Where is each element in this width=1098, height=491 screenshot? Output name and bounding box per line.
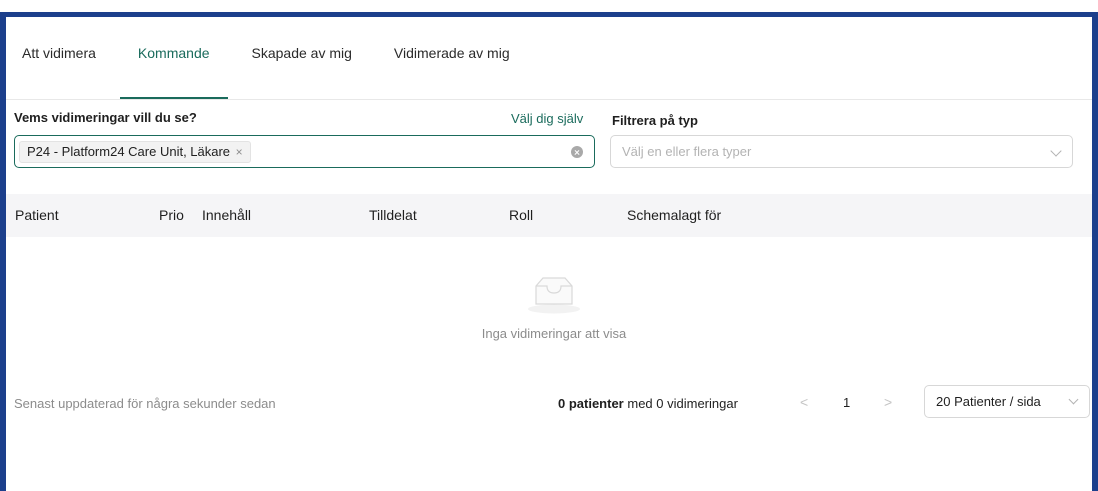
whose-label: Vems vidimeringar vill du se? bbox=[14, 110, 197, 125]
tab-vidimerade-av-mig[interactable]: Vidimerade av mig bbox=[394, 35, 510, 101]
column-prio: Prio bbox=[159, 207, 184, 223]
column-schemalagt-for: Schemalagt för bbox=[627, 207, 722, 223]
empty-inbox-icon bbox=[528, 277, 580, 314]
type-filter-label: Filtrera på typ bbox=[612, 113, 698, 128]
top-strip bbox=[0, 0, 1098, 12]
table-header: Patient Prio Innehåll Tilldelat Roll Sch… bbox=[6, 194, 1092, 237]
clear-icon[interactable] bbox=[571, 146, 583, 158]
select-self-link[interactable]: Välj dig själv bbox=[511, 111, 583, 126]
vidimeringar-count: med 0 vidimeringar bbox=[627, 396, 738, 411]
last-updated-text: Senast uppdaterad för några sekunder sed… bbox=[14, 396, 276, 411]
page-size-label: 20 Patienter / sida bbox=[936, 394, 1041, 409]
page-number[interactable]: 1 bbox=[843, 395, 850, 410]
selected-tag: P24 - Platform24 Care Unit, Läkare × bbox=[19, 141, 251, 163]
selected-tag-label: P24 - Platform24 Care Unit, Läkare bbox=[27, 144, 231, 159]
next-page-button[interactable]: > bbox=[884, 394, 892, 410]
frame-right-border bbox=[1092, 12, 1098, 491]
prev-page-button[interactable]: < bbox=[800, 394, 808, 410]
frame-top-border bbox=[0, 12, 1098, 17]
chevron-down-icon bbox=[1068, 394, 1079, 405]
tabs-divider bbox=[6, 99, 1092, 100]
chevron-down-icon bbox=[1050, 145, 1062, 157]
type-select-placeholder: Välj en eller flera typer bbox=[622, 144, 752, 159]
tab-skapade-av-mig[interactable]: Skapade av mig bbox=[252, 35, 352, 101]
summary-text: 0 patienter med 0 vidimeringar bbox=[558, 396, 738, 411]
tab-att-vidimera[interactable]: Att vidimera bbox=[22, 35, 96, 101]
column-tilldelat: Tilldelat bbox=[369, 207, 417, 223]
page-size-select[interactable]: 20 Patienter / sida bbox=[924, 385, 1090, 418]
column-innehall: Innehåll bbox=[202, 207, 252, 223]
whose-select[interactable]: P24 - Platform24 Care Unit, Läkare × bbox=[14, 135, 595, 168]
patients-count: 0 patienter bbox=[558, 396, 624, 411]
tab-kommande[interactable]: Kommande bbox=[120, 35, 228, 101]
empty-state-text: Inga vidimeringar att visa bbox=[481, 326, 627, 341]
column-patient: Patient bbox=[15, 207, 59, 223]
frame-left-border bbox=[0, 12, 6, 491]
tab-bar: Att vidimera Kommande Skapade av mig Vid… bbox=[22, 35, 552, 101]
type-select[interactable]: Välj en eller flera typer bbox=[610, 135, 1073, 168]
column-roll: Roll bbox=[509, 207, 534, 223]
tag-close-icon[interactable]: × bbox=[236, 145, 243, 159]
